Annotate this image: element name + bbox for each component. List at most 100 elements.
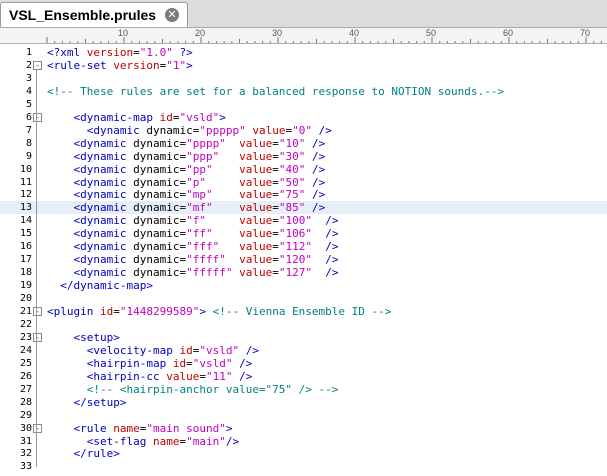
line-number: 17	[19, 254, 32, 266]
code-token: value	[239, 253, 273, 267]
fold-toggle-icon[interactable]: -	[33, 423, 42, 433]
line-number: 16	[19, 241, 32, 253]
code-token: >	[186, 58, 193, 72]
ruler-label: 40	[349, 28, 360, 38]
code-text: <?xml version="1.0" ?>	[47, 46, 193, 59]
code-text: <set-flag name="main"/>	[47, 435, 239, 448]
code-token: dynamic=	[146, 123, 200, 137]
code-token: />	[311, 266, 339, 280]
code-token: <!-- These rules are set for a balanced …	[47, 84, 504, 98]
code-line[interactable]: 7 <dynamic dynamic="ppppp" value="0" />	[0, 124, 607, 137]
code-editor[interactable]: 1 <?xml version="1.0" ?> 2- <rule-set versi…	[0, 44, 607, 476]
code-token: <dynamic	[73, 227, 134, 241]
code-token: "ff"	[186, 227, 213, 241]
code-text: <!-- These rules are set for a balanced …	[47, 85, 504, 98]
code-line[interactable]: 33	[0, 460, 607, 473]
code-line[interactable]: 14 <dynamic dynamic="f" value="100" />	[0, 214, 607, 227]
code-token: </rule>	[73, 447, 120, 461]
code-line[interactable]: 2- <rule-set version="1">	[0, 59, 607, 72]
code-token: />	[305, 175, 326, 189]
code-line[interactable]: 28 </setup>	[0, 396, 607, 409]
code-line[interactable]: 30- <rule name="main sound">	[0, 422, 607, 435]
file-tab[interactable]: VSL_Ensemble.prules ✕	[0, 2, 188, 27]
code-line[interactable]: 21- <plugin id="1448299589"> <!-- Vienna …	[0, 305, 607, 318]
code-line[interactable]: 16 <dynamic dynamic="fff" value="112" />	[0, 240, 607, 253]
fold-toggle-icon[interactable]: -	[33, 332, 42, 342]
code-token: =	[113, 305, 120, 318]
code-token: <dynamic	[73, 214, 134, 228]
fold-toggle-icon[interactable]: -	[33, 307, 42, 316]
code-text: <dynamic dynamic="fffff" value="127" />	[47, 266, 339, 280]
code-token: <setup>	[73, 330, 120, 344]
code-line[interactable]: 19 </dynamic-map>	[0, 279, 607, 292]
code-line[interactable]: 29	[0, 409, 607, 422]
code-line[interactable]: 11 <dynamic dynamic="p" value="50" />	[0, 176, 607, 189]
code-line[interactable]: 3	[0, 72, 607, 85]
code-token: =	[272, 227, 279, 241]
code-line[interactable]: 15 <dynamic dynamic="ff" value="106" />	[0, 227, 607, 240]
code-token: <hairpin-map	[86, 356, 173, 370]
code-text: <dynamic dynamic="fff" value="112" />	[47, 240, 339, 253]
code-token: <dynamic	[73, 149, 134, 163]
code-token: "127"	[278, 266, 312, 280]
code-line[interactable]: 25 <hairpin-map id="vsld" />	[0, 357, 607, 370]
code-line[interactable]: 18 <dynamic dynamic="fffff" value="127" …	[0, 266, 607, 279]
code-token: <hairpin-cc	[86, 369, 167, 383]
line-number: 27	[19, 383, 32, 395]
code-line[interactable]: 8 <dynamic dynamic="pppp" value="10" />	[0, 137, 607, 150]
code-line[interactable]: 4 <!-- These rules are set for a balanced…	[0, 85, 607, 98]
code-token: value	[239, 136, 273, 150]
code-token: "30"	[278, 149, 306, 163]
code-token: </setup>	[73, 395, 127, 409]
line-number: 3	[25, 72, 32, 84]
code-text: <dynamic dynamic="ff" value="106" />	[47, 227, 339, 241]
code-line[interactable]: 20	[0, 292, 607, 305]
code-token: "50"	[278, 175, 306, 189]
code-token: "mf"	[186, 201, 213, 215]
code-token: <dynamic	[73, 201, 134, 215]
line-number: 6	[25, 111, 32, 123]
code-line[interactable]: 26 <hairpin-cc value="11" />	[0, 370, 607, 383]
code-line[interactable]: 12 <dynamic dynamic="mp" value="75" />	[0, 188, 607, 201]
code-line[interactable]: 13 <dynamic dynamic="mf" value="85" />	[0, 201, 607, 215]
code-token: id	[159, 110, 173, 124]
code-token: =	[186, 356, 193, 370]
code-line[interactable]: 9 <dynamic dynamic="ppp" value="30" />	[0, 150, 607, 163]
close-icon[interactable]: ✕	[165, 8, 179, 22]
line-number: 29	[19, 409, 32, 421]
code-line[interactable]: 1 <?xml version="1.0" ?>	[0, 46, 607, 59]
code-line[interactable]: 23- <setup>	[0, 331, 607, 344]
code-token: =	[272, 149, 279, 163]
line-number: 4	[25, 85, 32, 97]
line-number: 12	[19, 189, 32, 201]
code-token: ?>	[172, 46, 193, 59]
code-line[interactable]: 32 </rule>	[0, 447, 607, 460]
code-token: version	[113, 58, 160, 72]
code-token: "1448299589"	[119, 305, 200, 318]
code-line[interactable]: 5	[0, 98, 607, 111]
fold-toggle-icon[interactable]: -	[33, 112, 42, 122]
code-line[interactable]: 10 <dynamic dynamic="pp" value="40" />	[0, 163, 607, 176]
code-text: <dynamic dynamic="ppppp" value="0" />	[47, 124, 332, 137]
code-token: />	[311, 227, 339, 241]
code-line[interactable]: 27 <!-- <hairpin-anchor value="75" /> --…	[0, 383, 607, 396]
code-token: =	[199, 369, 206, 383]
code-line[interactable]: 6- <dynamic-map id="vsld">	[0, 111, 607, 124]
code-token: dynamic=	[133, 266, 187, 280]
code-line[interactable]: 24 <velocity-map id="vsld" />	[0, 344, 607, 357]
code-token: "85"	[278, 201, 306, 215]
code-token: "pp"	[186, 162, 213, 176]
code-line[interactable]: 31 <set-flag name="main"/>	[0, 435, 607, 448]
line-number: 7	[25, 124, 32, 136]
line-number: 22	[19, 318, 32, 330]
code-line[interactable]: 22	[0, 318, 607, 331]
code-line[interactable]: 17 <dynamic dynamic="ffff" value="120" /…	[0, 253, 607, 266]
fold-toggle-icon[interactable]: -	[33, 60, 42, 70]
code-text: <dynamic dynamic="mp" value="75" />	[47, 188, 326, 202]
code-token: =	[272, 188, 279, 202]
fold-guide	[36, 341, 37, 403]
